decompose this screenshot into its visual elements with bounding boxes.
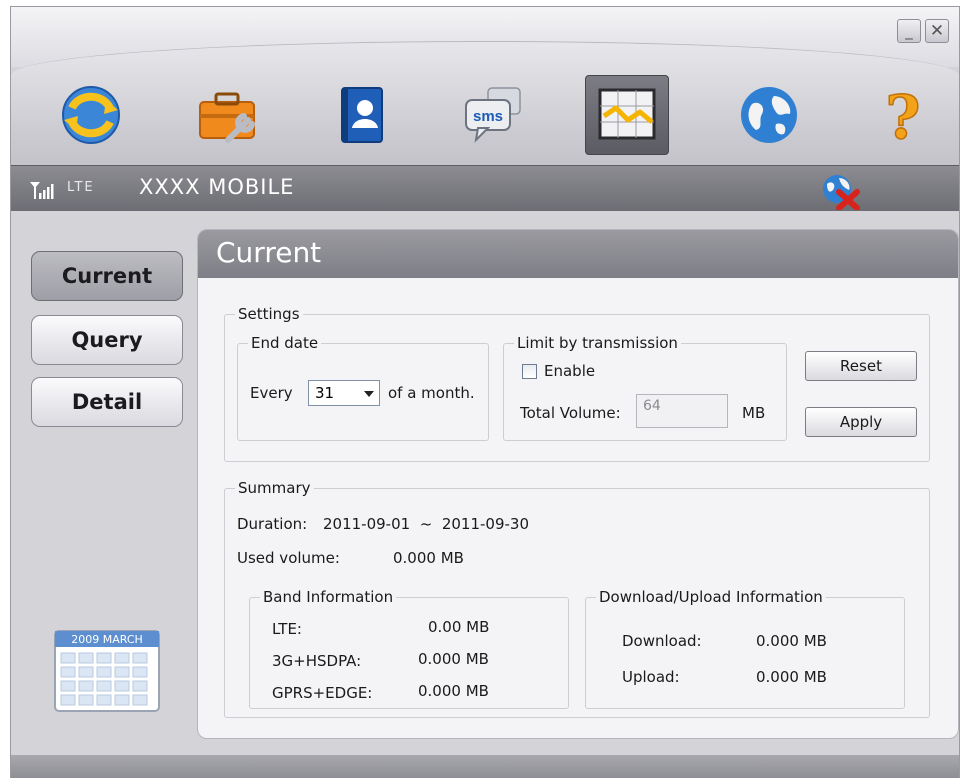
toolbar-sms-button[interactable]: sms: [451, 75, 535, 155]
connect-icon: [62, 86, 120, 144]
nav-query-button[interactable]: Query: [31, 315, 183, 365]
total-volume-label: Total Volume:: [520, 404, 621, 422]
summary-group: Summary Duration: 2011-09-01 ~ 2011-09-3…: [224, 479, 930, 718]
current-panel: Current Settings End date Every 31 of a …: [197, 229, 959, 739]
toolbar-internet-button[interactable]: [727, 75, 811, 155]
transfer-info-group: Download/Upload Information Download: 0.…: [585, 588, 905, 709]
bottom-bar: [11, 755, 959, 778]
used-volume-value: 0.000 MB: [393, 549, 464, 567]
limit-label: Limit by transmission: [514, 334, 681, 352]
total-volume-input[interactable]: 64: [636, 394, 728, 428]
nav-current-button[interactable]: Current: [31, 251, 183, 301]
close-button[interactable]: ✕: [925, 19, 949, 43]
calendar-icon: 2009 MARCH: [54, 630, 160, 712]
transfer-info-label: Download/Upload Information: [596, 588, 826, 606]
every-label: Every: [250, 384, 293, 402]
svg-text:2009 MARCH: 2009 MARCH: [71, 633, 143, 646]
band-gprs-value: 0.000 MB: [418, 682, 489, 700]
sms-icon: sms: [465, 87, 521, 143]
limit-group: Limit by transmission Enable Total Volum…: [503, 334, 787, 441]
end-date-label: End date: [248, 334, 322, 352]
end-date-group: End date Every 31 of a month.: [237, 334, 489, 441]
duration-value: 2011-09-01 ~ 2011-09-30: [323, 515, 529, 533]
settings-group: Settings End date Every 31 of a month. L…: [224, 305, 930, 462]
signal-strength-icon: [30, 182, 54, 199]
enable-label: Enable: [544, 362, 596, 380]
nav-detail-button[interactable]: Detail: [31, 377, 183, 427]
of-month-label: of a month.: [388, 384, 475, 402]
svg-text:?: ?: [885, 83, 920, 148]
band-info-label: Band Information: [260, 588, 397, 606]
duration-label: Duration:: [237, 515, 308, 533]
used-volume-label: Used volume:: [237, 549, 340, 567]
left-nav: Current Query Detail 2009 MARCH: [11, 211, 191, 755]
network-type-label: LTE: [67, 180, 95, 195]
enable-checkbox[interactable]: [522, 364, 537, 379]
toolbar-statistics-button[interactable]: [585, 75, 669, 155]
toolbar-help-button[interactable]: ?: [861, 75, 945, 155]
settings-group-label: Settings: [235, 305, 303, 323]
phonebook-icon: [341, 87, 383, 143]
app-window: _ ✕ sms ? LTE XXXX MOBILE Current Query …: [10, 6, 960, 778]
volume-unit-label: MB: [742, 404, 766, 422]
upload-label: Upload:: [622, 668, 680, 686]
reset-button[interactable]: Reset: [805, 351, 917, 381]
operator-name: XXXX MOBILE: [139, 175, 295, 199]
minimize-button[interactable]: _: [897, 19, 921, 43]
band-lte-label: LTE:: [272, 620, 302, 638]
panel-header: Current: [198, 230, 958, 278]
end-day-value: 31: [315, 384, 335, 402]
band-gprs-label: GPRS+EDGE:: [272, 684, 373, 702]
end-day-select[interactable]: 31: [308, 380, 380, 406]
band-3g-label: 3G+HSDPA:: [272, 652, 362, 670]
toolbar-phonebook-button[interactable]: [319, 75, 403, 155]
svg-text:sms: sms: [473, 108, 503, 125]
upload-value: 0.000 MB: [756, 668, 827, 686]
status-bar: LTE XXXX MOBILE: [11, 165, 959, 211]
chevron-down-icon: [364, 391, 374, 397]
settings-toolbox-icon: [199, 92, 255, 143]
band-3g-value: 0.000 MB: [418, 650, 489, 668]
apply-button[interactable]: Apply: [805, 407, 917, 437]
summary-group-label: Summary: [235, 479, 314, 497]
internet-globe-icon: [741, 87, 797, 143]
band-info-group: Band Information LTE: 0.00 MB 3G+HSDPA: …: [249, 588, 569, 709]
download-label: Download:: [622, 632, 702, 650]
statistics-chart-icon: [598, 88, 656, 140]
download-value: 0.000 MB: [756, 632, 827, 650]
help-icon: ?: [885, 82, 922, 148]
toolbar-connect-button[interactable]: [49, 75, 133, 155]
disconnect-icon[interactable]: [819, 172, 861, 210]
band-lte-value: 0.00 MB: [428, 618, 490, 636]
toolbar-settings-button[interactable]: [185, 75, 269, 155]
panel-title: Current: [216, 236, 322, 269]
